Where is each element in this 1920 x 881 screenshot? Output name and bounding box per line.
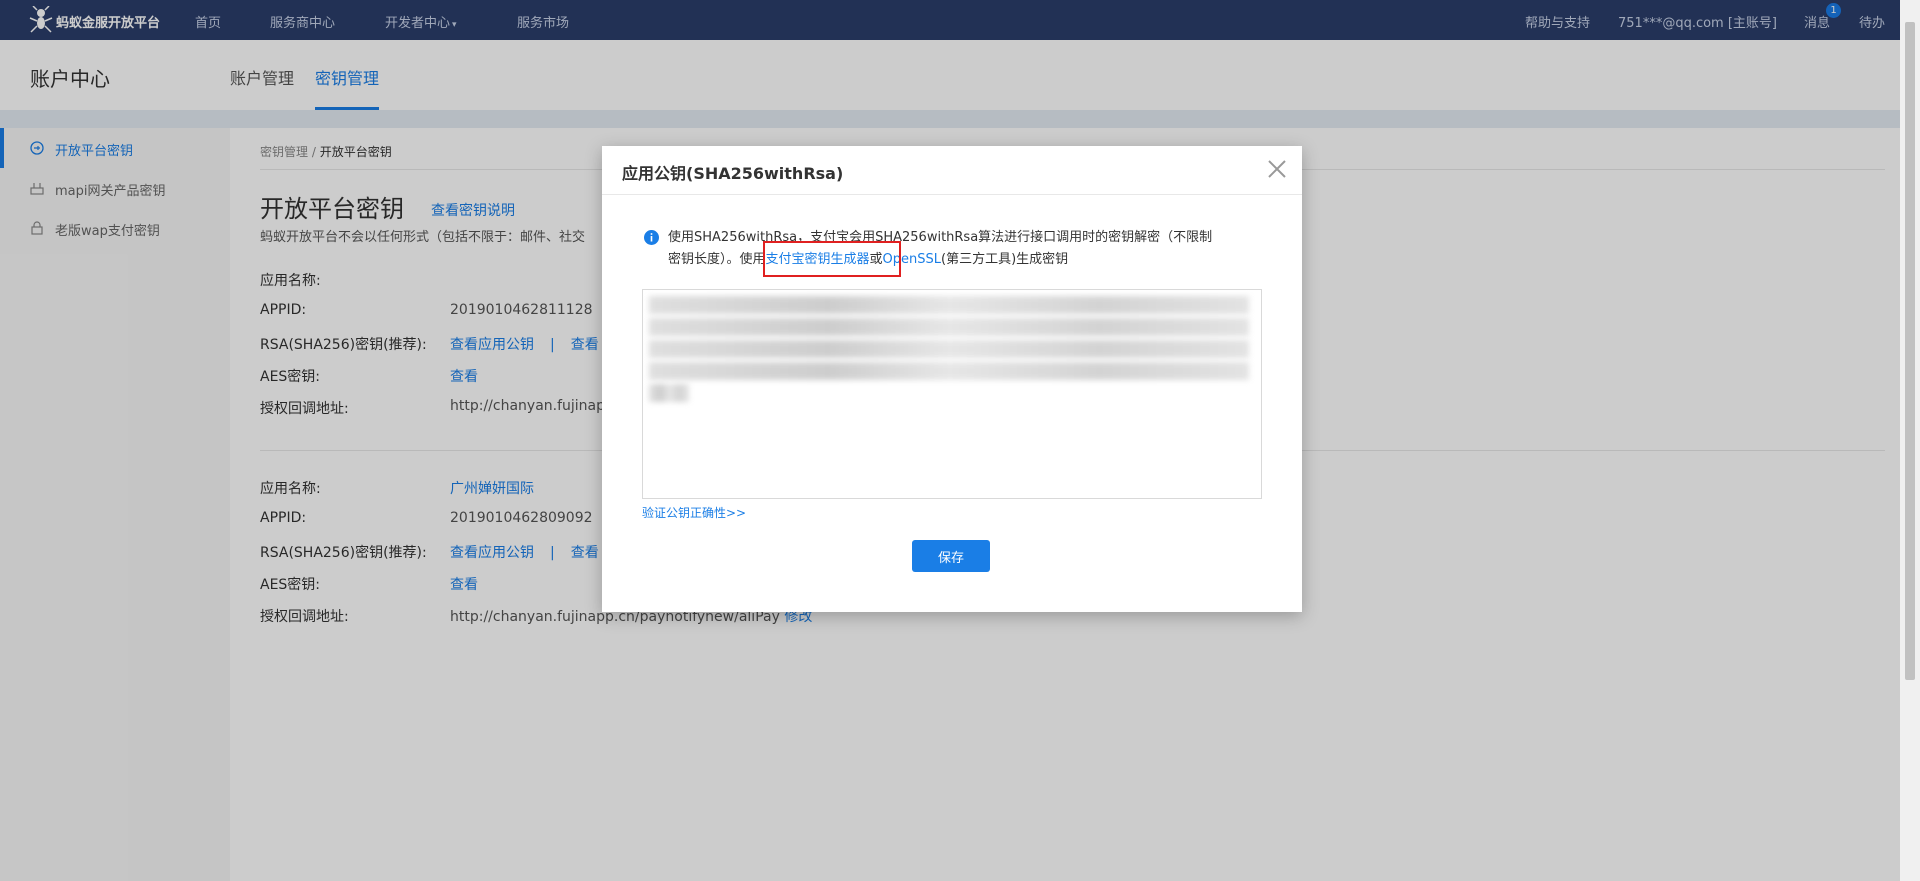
modal-title: 应用公钥(SHA256withRsa) — [622, 164, 844, 183]
verify-public-key-link[interactable]: 验证公钥正确性>> — [642, 504, 746, 521]
info-line-2: 密钥长度）。使用支付宝密钥生成器或OpenSSL(第三方工具)生成密钥 — [668, 249, 1248, 271]
blurred-key-line — [649, 384, 689, 402]
info-line-2-post: (第三方工具)生成密钥 — [941, 252, 1069, 267]
info-line-1: 使用SHA256withRsa，支付宝会用SHA256withRsa算法进行接口… — [668, 230, 1213, 245]
blurred-key-line — [649, 362, 1249, 380]
public-key-modal: 应用公钥(SHA256withRsa) 使用SHA256withRsa，支付宝会… — [602, 146, 1302, 612]
info-message: 使用SHA256withRsa，支付宝会用SHA256withRsa算法进行接口… — [668, 227, 1248, 271]
close-icon[interactable] — [1266, 158, 1288, 180]
public-key-textarea[interactable] — [642, 289, 1262, 499]
modal-divider — [602, 194, 1302, 195]
blurred-key-line — [649, 340, 1249, 358]
save-button[interactable]: 保存 — [912, 540, 990, 572]
blurred-key-line — [649, 318, 1249, 336]
blurred-key-line — [649, 296, 1249, 314]
annotation-highlight-box — [763, 241, 901, 277]
info-icon — [644, 230, 659, 245]
page-scrollbar[interactable] — [1900, 0, 1920, 881]
info-line-2-pre: 密钥长度）。使用 — [668, 252, 766, 267]
scrollbar-thumb[interactable] — [1905, 22, 1915, 680]
